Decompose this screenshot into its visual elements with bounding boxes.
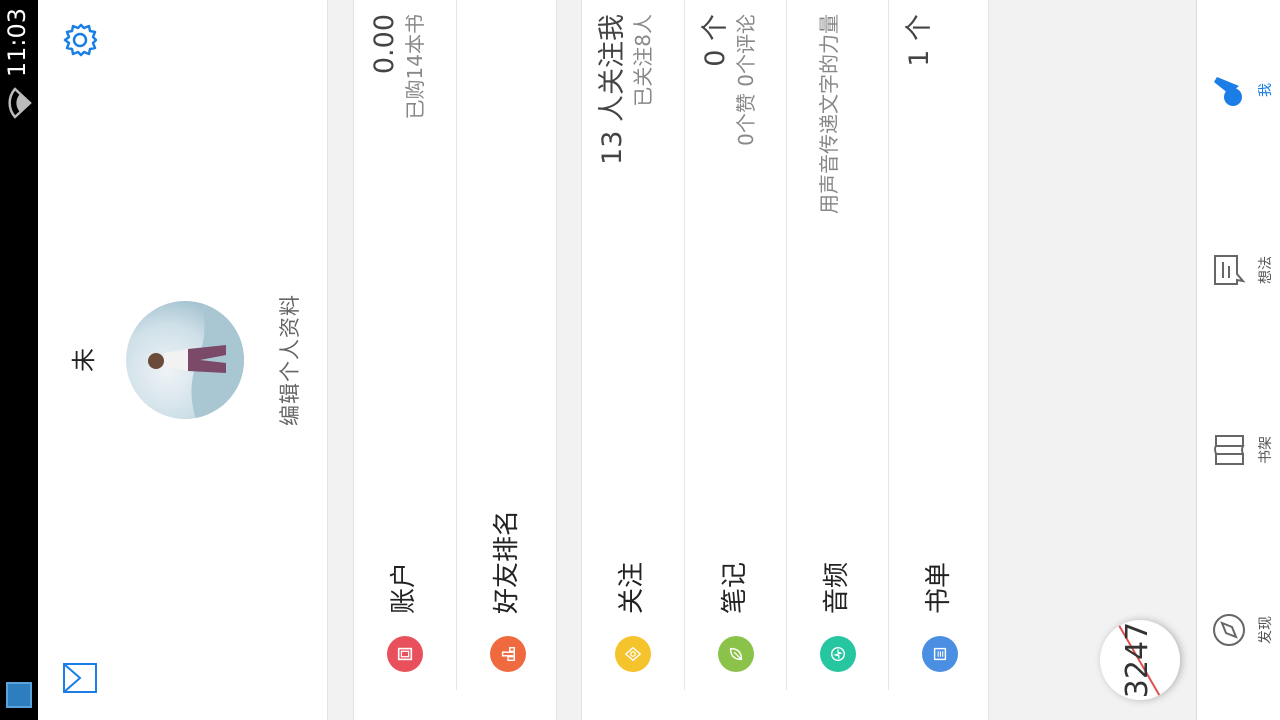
row-audio[interactable]: 音频 用声音传递文字的力量 <box>786 0 888 690</box>
social-card: 关注 13 人关注我 已关注8人 笔记 0 个 0个赞 0个评论 音频 用声音传… <box>581 0 990 720</box>
ranking-icon <box>490 636 526 672</box>
notification-icon <box>6 682 32 708</box>
row-account-values: 0.00 已购14本书 <box>368 14 428 119</box>
tab-bookshelf-label: 书架 <box>1258 436 1274 464</box>
status-bar: 11:03 <box>0 0 38 720</box>
row-booklist-values: 1 个 <box>903 14 937 67</box>
account-icon <box>387 636 423 672</box>
row-notes[interactable]: 笔记 0 个 0个赞 0个评论 <box>684 0 786 690</box>
avatar[interactable] <box>126 301 244 419</box>
notes-stats: 0个赞 0个评论 <box>734 14 758 146</box>
row-audio-values: 用声音传递文字的力量 <box>801 14 843 214</box>
status-time: 11:03 <box>3 8 31 78</box>
account-balance: 0.00 <box>369 14 400 75</box>
booklist-count: 1 个 <box>904 14 935 67</box>
row-account[interactable]: 账户 0.00 已购14本书 <box>354 0 456 720</box>
notes-count: 0 个 <box>700 14 731 67</box>
booklist-icon <box>922 636 958 672</box>
speech-bubble-icon <box>1214 255 1246 285</box>
followers-count: 13 人关注我 <box>597 14 628 165</box>
edit-profile-link[interactable]: 编辑个人资料 <box>274 0 304 720</box>
leaf-icon <box>718 636 754 672</box>
row-booklist-label: 书单 <box>924 561 954 614</box>
tab-me-label: 我 <box>1258 83 1274 97</box>
tab-bookshelf[interactable]: 书架 <box>1197 360 1280 540</box>
tab-me[interactable]: 我 <box>1197 0 1280 180</box>
profile-header: 未 编辑个人资料 <box>38 0 328 720</box>
floating-badge[interactable]: 3247 <box>1100 620 1180 700</box>
tab-thoughts[interactable]: 想法 <box>1197 180 1280 360</box>
row-follow-label: 关注 <box>617 561 647 614</box>
following-count: 已关注8人 <box>631 14 655 107</box>
follow-icon <box>615 636 651 672</box>
avatar-figure-icon <box>148 301 244 419</box>
rotated-app-screen: 11:03 未 编辑个人资料 账户 0.00 已购14本书 好友排名 关注 13… <box>0 0 1280 720</box>
username: 未 <box>70 348 98 372</box>
bookshelf-icon <box>1214 435 1245 465</box>
compass-icon <box>1213 614 1245 646</box>
row-account-label: 账户 <box>389 561 419 614</box>
gear-icon[interactable] <box>62 22 98 58</box>
wifi-icon <box>8 87 32 119</box>
row-follow-values: 13 人关注我 已关注8人 <box>596 14 656 165</box>
row-booklist[interactable]: 书单 1 个 <box>888 0 990 690</box>
row-friend-ranking-label: 好友排名 <box>492 509 522 614</box>
floating-badge-text: 3247 <box>1120 621 1155 699</box>
audio-slogan: 用声音传递文字的力量 <box>817 14 841 214</box>
purchased-books: 已购14本书 <box>403 14 427 120</box>
bottom-tab-bar: 发现 书架 想法 我 <box>1196 0 1280 720</box>
row-notes-label: 笔记 <box>720 561 750 614</box>
row-audio-label: 音频 <box>822 561 852 614</box>
row-follow[interactable]: 关注 13 人关注我 已关注8人 <box>582 0 684 720</box>
tab-thoughts-label: 想法 <box>1258 256 1274 284</box>
row-friend-ranking[interactable]: 好友排名 <box>456 0 558 690</box>
tab-discover-label: 发现 <box>1258 616 1274 644</box>
audio-icon <box>820 636 856 672</box>
row-notes-values: 0 个 0个赞 0个评论 <box>699 14 759 146</box>
user-profile-icon <box>1214 77 1242 106</box>
tab-discover[interactable]: 发现 <box>1197 540 1280 720</box>
account-card: 账户 0.00 已购14本书 好友排名 <box>353 0 558 720</box>
